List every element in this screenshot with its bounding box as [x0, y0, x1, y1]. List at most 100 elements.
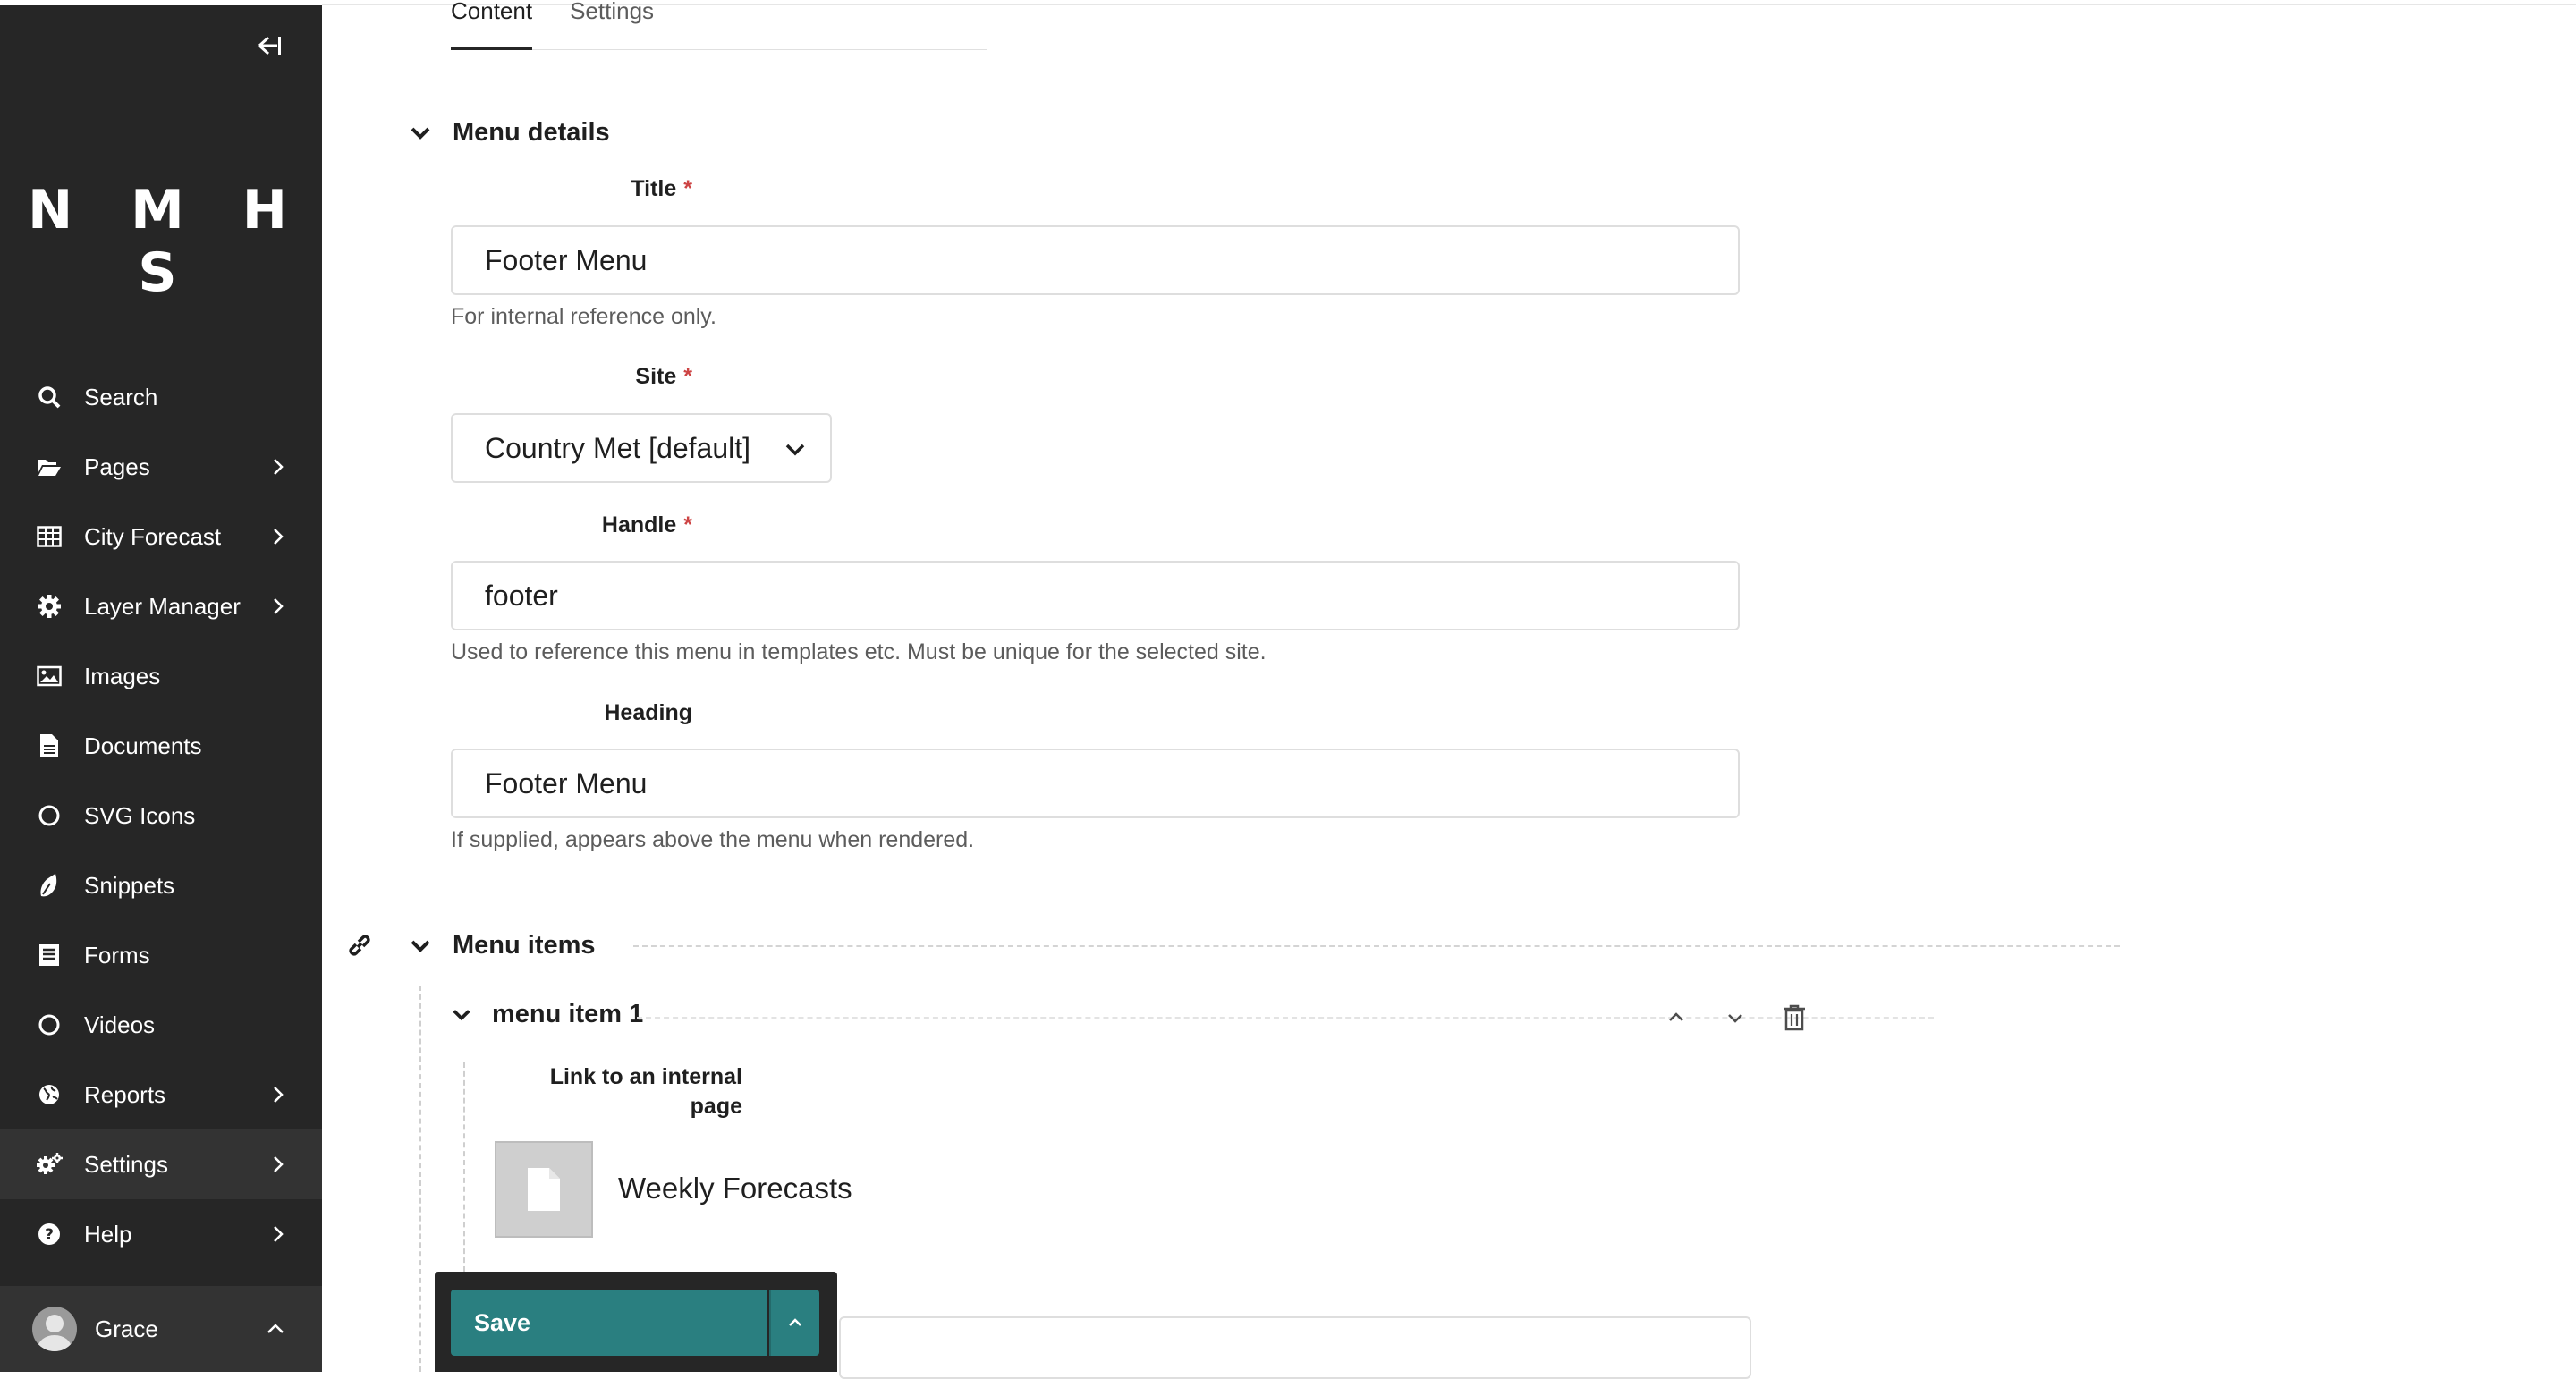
account-menu[interactable]: Grace: [0, 1286, 322, 1372]
chevron-down-icon: [411, 940, 430, 952]
sidebar-item-documents[interactable]: Documents: [0, 711, 322, 781]
tab-bar: Content Settings: [451, 0, 691, 52]
sidebar-item-label: Reports: [84, 1080, 166, 1108]
sidebar-item-label: Videos: [84, 1011, 156, 1038]
section-guide-line: [419, 986, 421, 1372]
chevron-down-icon: [785, 444, 805, 456]
sidebar-item-svg-icons[interactable]: SVG Icons: [0, 781, 322, 850]
field-label-text: Heading: [604, 700, 692, 725]
link-icon[interactable]: [346, 932, 373, 959]
trash-icon: [1784, 1004, 1805, 1031]
sidebar-item-snippets[interactable]: Snippets: [0, 850, 322, 920]
site-field-label: Site *: [451, 364, 692, 390]
collapse-section-button[interactable]: [406, 932, 435, 960]
sidebar-item-label: Layer Manager: [84, 592, 241, 620]
table-icon: [36, 523, 63, 550]
menu-item-title: menu item 1: [492, 1000, 644, 1028]
title-help-text: For internal reference only.: [451, 304, 716, 329]
image-icon: [36, 663, 63, 690]
sidebar-item-forms[interactable]: Forms: [0, 920, 322, 990]
avatar: [32, 1307, 77, 1351]
chevron-right-icon: [274, 459, 284, 475]
sidebar-item-label: Images: [84, 662, 161, 690]
section-divider: [633, 945, 2120, 947]
sidebar-item-reports[interactable]: Reports: [0, 1060, 322, 1129]
sidebar-item-images[interactable]: Images: [0, 641, 322, 711]
folder-open-icon: [36, 453, 63, 480]
next-field-input[interactable]: [839, 1316, 1751, 1379]
tab-content[interactable]: Content: [451, 0, 533, 50]
field-label-text: Site: [635, 364, 677, 389]
chevron-right-icon: [274, 1087, 284, 1103]
sidebar-item-layer-manager[interactable]: Layer Manager: [0, 571, 322, 641]
help-icon: ?: [36, 1221, 63, 1248]
menu-item-header: menu item 1: [447, 1000, 643, 1029]
required-mark: *: [683, 364, 692, 389]
chevron-up-icon: [1669, 1012, 1683, 1021]
sidebar-item-label: Help: [84, 1220, 132, 1248]
sidebar-item-videos[interactable]: Videos: [0, 990, 322, 1060]
sidebar-item-help[interactable]: ? Help: [0, 1199, 322, 1269]
handle-help-text: Used to reference this menu in templates…: [451, 639, 1267, 664]
move-down-button[interactable]: [1721, 1003, 1750, 1032]
collapse-section-button[interactable]: [406, 119, 435, 148]
internal-link-label: Link to an internal page: [549, 1064, 742, 1119]
sidebar-item-label: City Forecast: [84, 522, 222, 550]
sidebar-nav: Search Pages City Forecast Layer Manager…: [0, 362, 322, 1269]
section-title: Menu details: [453, 118, 610, 147]
menu-details-header: Menu details: [406, 118, 610, 148]
heading-help-text: If supplied, appears above the menu when…: [451, 827, 975, 852]
title-input-value: Footer Menu: [485, 243, 648, 276]
handle-input[interactable]: footer: [451, 561, 1740, 630]
site-select[interactable]: Country Met [default]: [451, 413, 832, 483]
menu-items-header: Menu items: [406, 931, 596, 960]
sidebar-item-search[interactable]: Search: [0, 362, 322, 432]
sidebar-item-label: Snippets: [84, 871, 175, 899]
sidebar-item-city-forecast[interactable]: City Forecast: [0, 502, 322, 571]
required-mark: *: [683, 176, 692, 201]
title-field-label: Title *: [451, 176, 692, 202]
chevron-up-icon: [267, 1324, 284, 1333]
heading-field-label: Heading: [451, 700, 692, 726]
save-button[interactable]: Save: [451, 1290, 767, 1356]
svg-text:?: ?: [45, 1226, 54, 1244]
globe-icon: [36, 1081, 63, 1108]
site-logo[interactable]: N M H S: [0, 179, 322, 304]
chevron-down-icon: [453, 1009, 470, 1020]
chevron-right-icon: [274, 1226, 284, 1242]
cog-icon: [36, 593, 63, 620]
collapse-left-icon: [258, 36, 281, 55]
chevron-down-icon: [411, 127, 430, 140]
snippet-icon: [36, 872, 63, 899]
site-select-value: Country Met [default]: [485, 431, 751, 464]
title-input[interactable]: Footer Menu: [451, 225, 1740, 295]
field-label-text: Handle: [601, 512, 677, 537]
form-icon: [36, 942, 63, 969]
sidebar-item-pages[interactable]: Pages: [0, 432, 322, 502]
delete-button[interactable]: [1780, 1003, 1809, 1032]
user-name: Grace: [95, 1315, 158, 1342]
collapse-sidebar-button[interactable]: [252, 30, 286, 61]
circle-icon: [36, 802, 63, 829]
chevron-right-icon: [274, 529, 284, 545]
document-icon: [528, 1168, 560, 1211]
chevron-right-icon: [274, 1156, 284, 1172]
main-content: Content Settings Menu details Title * Foo…: [322, 0, 2576, 1379]
selected-page-title[interactable]: Weekly Forecasts: [618, 1172, 852, 1206]
collapse-item-button[interactable]: [447, 1001, 476, 1029]
chevron-up-icon: [789, 1318, 801, 1326]
heading-input[interactable]: Footer Menu: [451, 749, 1740, 818]
page-chooser-thumbnail[interactable]: [495, 1141, 593, 1238]
item-guide-line: [463, 1062, 465, 1272]
heading-input-value: Footer Menu: [485, 766, 648, 799]
sidebar-item-label: Search: [84, 383, 158, 410]
tab-settings[interactable]: Settings: [570, 0, 654, 50]
more-actions-button[interactable]: [769, 1290, 819, 1356]
sidebar-item-label: Forms: [84, 941, 150, 969]
sidebar-item-label: Pages: [84, 453, 150, 480]
sidebar-item-settings[interactable]: Settings: [0, 1129, 322, 1199]
handle-input-value: footer: [485, 579, 558, 612]
sidebar: N M H S Search Pages City Forecast Layer…: [0, 0, 322, 1372]
move-up-button[interactable]: [1662, 1003, 1690, 1032]
required-mark: *: [683, 512, 692, 537]
